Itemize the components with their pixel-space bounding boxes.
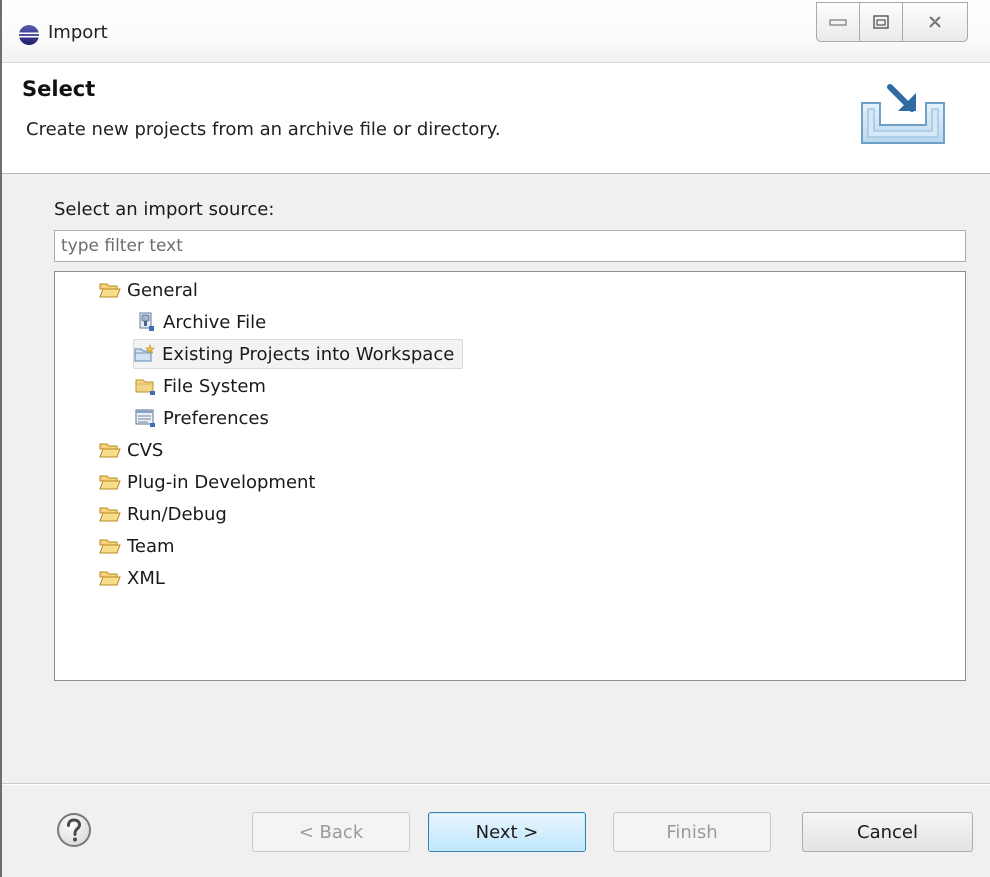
import-dialog: Import Select Create new projects from a… <box>0 0 990 877</box>
folder-open-icon <box>99 475 121 490</box>
tree-item-general[interactable]: General <box>99 275 198 305</box>
tree-item-team[interactable]: Team <box>99 531 175 561</box>
tree-item-plugin-development[interactable]: Plug-in Development <box>99 467 316 497</box>
preferences-icon <box>135 409 155 427</box>
window-title: Import <box>48 22 108 43</box>
filter-input[interactable] <box>54 230 966 262</box>
tree-item-label: General <box>127 279 198 301</box>
title-bar[interactable]: Import <box>2 0 990 62</box>
tree-item-run-debug[interactable]: Run/Debug <box>99 499 227 529</box>
close-button[interactable] <box>902 2 968 42</box>
wizard-header: Select Create new projects from an archi… <box>2 62 990 174</box>
close-icon <box>929 16 941 28</box>
eclipse-logo-icon <box>19 25 39 45</box>
tree-item-label: Run/Debug <box>127 503 227 525</box>
tree-item-label: XML <box>127 567 165 589</box>
tree-item-preferences[interactable]: Preferences <box>135 403 269 433</box>
folder-open-icon <box>99 283 121 298</box>
import-source-label: Select an import source: <box>54 199 275 220</box>
tree-item-existing-projects[interactable]: Existing Projects into Workspace <box>133 339 464 369</box>
tree-item-label: CVS <box>127 439 164 461</box>
import-wizard-icon <box>861 84 945 144</box>
folder-open-icon <box>99 443 121 458</box>
tree-item-label: Archive File <box>163 311 267 333</box>
cancel-button[interactable]: Cancel <box>802 812 973 852</box>
tree-item-file-system[interactable]: File System <box>135 371 266 401</box>
folder-open-icon <box>99 507 121 522</box>
restore-icon <box>873 15 889 29</box>
tree-item-label: Plug-in Development <box>127 471 316 493</box>
back-button[interactable]: < Back <box>252 812 410 852</box>
tree-item-archive-file[interactable]: Archive File <box>135 307 266 337</box>
folder-open-icon <box>99 571 121 586</box>
tree-item-label: Preferences <box>163 407 269 429</box>
tree-item-label: Team <box>127 535 175 557</box>
tree-item-label: File System <box>163 375 266 397</box>
existing-project-icon <box>134 344 155 362</box>
folder-icon <box>135 379 155 395</box>
import-source-tree[interactable]: General Archive File Existing Projects i… <box>54 271 966 681</box>
finish-button[interactable]: Finish <box>613 812 771 852</box>
tree-item-cvs[interactable]: CVS <box>99 435 163 465</box>
tree-item-xml[interactable]: XML <box>99 563 165 593</box>
minimize-icon <box>829 19 847 26</box>
folder-open-icon <box>99 539 121 554</box>
maximize-button[interactable] <box>859 2 903 42</box>
next-button[interactable]: Next > <box>428 812 586 852</box>
page-description: Create new projects from an archive file… <box>26 119 501 140</box>
minimize-button[interactable] <box>816 2 860 42</box>
archive-file-icon <box>139 312 154 331</box>
tree-item-label: Existing Projects into Workspace <box>162 343 455 365</box>
footer-separator <box>2 783 990 785</box>
help-icon[interactable] <box>56 812 92 848</box>
page-title: Select <box>22 77 96 101</box>
